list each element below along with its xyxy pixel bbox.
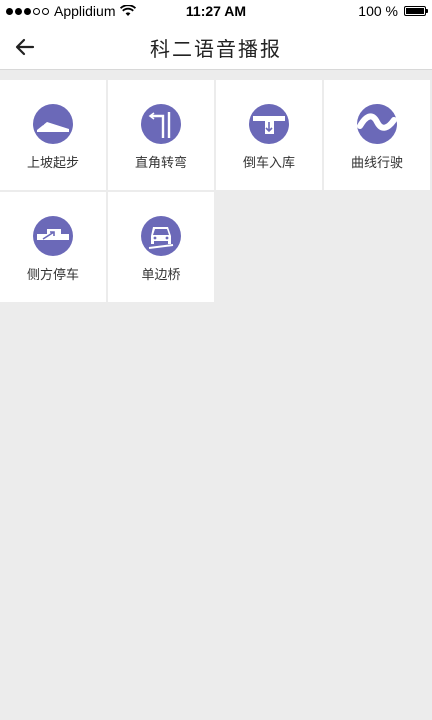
grid-item-single-bridge[interactable]: 单边桥 bbox=[108, 192, 214, 302]
battery-icon bbox=[404, 6, 428, 16]
page-title: 科二语音播报 bbox=[150, 37, 282, 61]
grid-item-curve-driving[interactable]: 曲线行驶 bbox=[324, 80, 430, 190]
uphill-start-icon bbox=[33, 104, 73, 144]
item-label: 直角转弯 bbox=[134, 156, 187, 171]
parallel-parking-icon bbox=[33, 216, 73, 256]
status-right: 100 % bbox=[358, 3, 428, 19]
item-label: 单边桥 bbox=[141, 268, 181, 283]
item-label: 侧方停车 bbox=[26, 268, 79, 283]
right-angle-turn-icon bbox=[141, 104, 181, 144]
grid-item-reverse-parking[interactable]: 倒车入库 bbox=[216, 80, 322, 190]
grid-item-right-angle-turn[interactable]: 直角转弯 bbox=[108, 80, 214, 190]
item-label: 曲线行驶 bbox=[350, 156, 403, 171]
navigation-bar: 科二语音播报 bbox=[0, 24, 432, 70]
item-label: 上坡起步 bbox=[26, 156, 79, 171]
single-bridge-icon bbox=[141, 216, 181, 256]
curve-driving-icon bbox=[357, 104, 397, 144]
reverse-parking-icon bbox=[249, 104, 289, 144]
status-bar: Applidium 11:27 AM 100 % bbox=[0, 0, 432, 24]
item-label: 倒车入库 bbox=[242, 156, 295, 171]
grid-item-uphill-start[interactable]: 上坡起步 bbox=[0, 80, 106, 190]
grid-item-parallel-parking[interactable]: 侧方停车 bbox=[0, 192, 106, 302]
battery-percent: 100 % bbox=[358, 3, 398, 19]
